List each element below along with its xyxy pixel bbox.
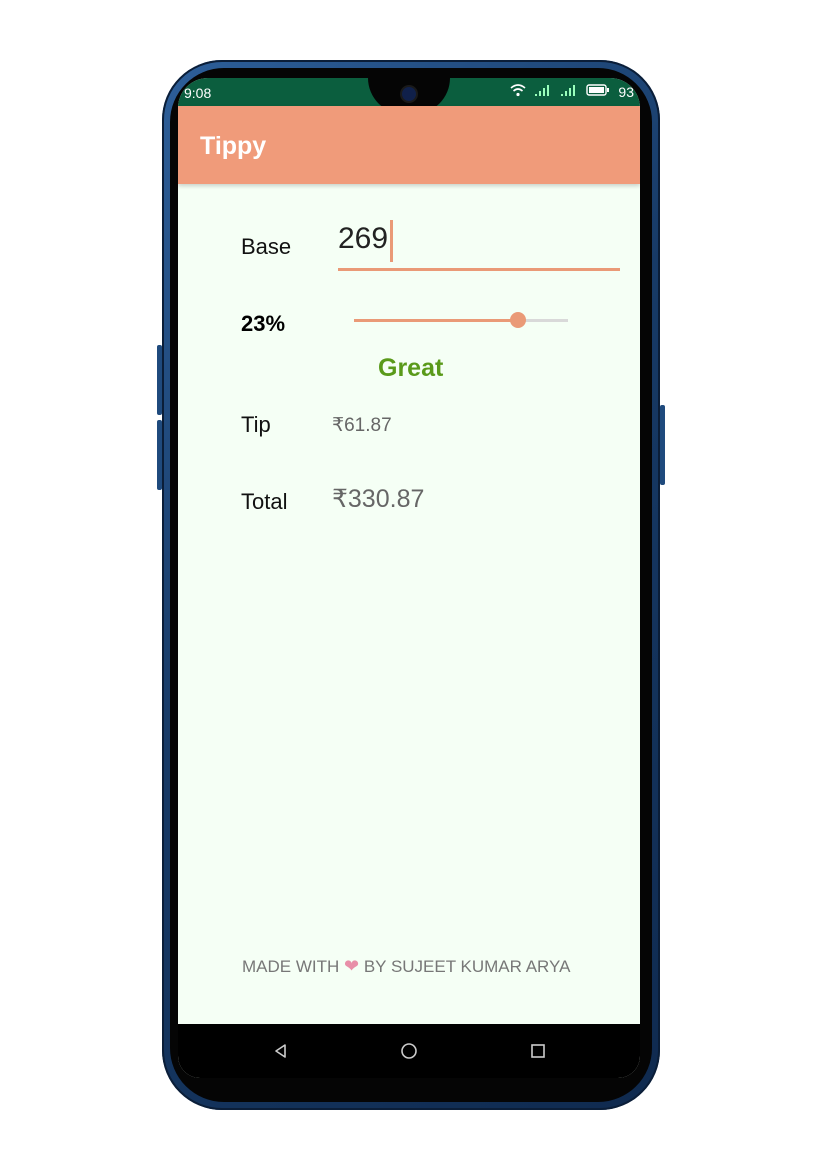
- battery-icon: [586, 83, 610, 100]
- tip-percent-label: 23%: [241, 311, 286, 336]
- base-amount-value[interactable]: 269: [338, 222, 388, 256]
- signal-icon: [534, 83, 552, 100]
- base-label: Base: [241, 234, 292, 259]
- footer-made-with: MADE WITH: [242, 957, 340, 976]
- total-label: Total: [241, 489, 288, 514]
- footer-credit: MADE WITH ❤ BY SUJEET KUMAR ARYA: [242, 956, 570, 977]
- phone-side-button: [660, 405, 665, 485]
- home-icon[interactable]: [398, 1040, 420, 1062]
- footer-author: BY SUJEET KUMAR ARYA: [363, 957, 571, 976]
- status-time: 9:08: [184, 85, 212, 101]
- app-title: Tippy: [200, 132, 267, 160]
- slider-thumb[interactable]: [510, 312, 526, 328]
- status-icons: 93: [510, 83, 634, 100]
- signal-icon: [560, 83, 578, 100]
- slider-fill: [354, 319, 518, 322]
- base-amount-input[interactable]: 269: [338, 216, 620, 271]
- tip-percent-slider[interactable]: [354, 308, 568, 334]
- heart-icon: ❤: [344, 956, 360, 976]
- front-camera: [402, 87, 416, 101]
- recents-icon[interactable]: [527, 1040, 549, 1062]
- text-cursor: [390, 220, 393, 262]
- wifi-icon: [510, 83, 526, 100]
- tip-description: Great: [378, 354, 444, 382]
- battery-level: 93: [618, 83, 634, 100]
- phone-side-button: [157, 345, 162, 415]
- tip-label: Tip: [241, 412, 271, 437]
- phone-side-button: [157, 420, 162, 490]
- app-screen: 9:08 93 Tippy Base 269 23% Great Tip ₹61…: [178, 78, 640, 1078]
- back-icon[interactable]: [270, 1040, 292, 1062]
- total-amount: ₹330.87: [332, 485, 425, 513]
- navigation-bar: [178, 1024, 640, 1078]
- app-bar: Tippy: [178, 106, 640, 184]
- tip-amount: ₹61.87: [332, 415, 392, 436]
